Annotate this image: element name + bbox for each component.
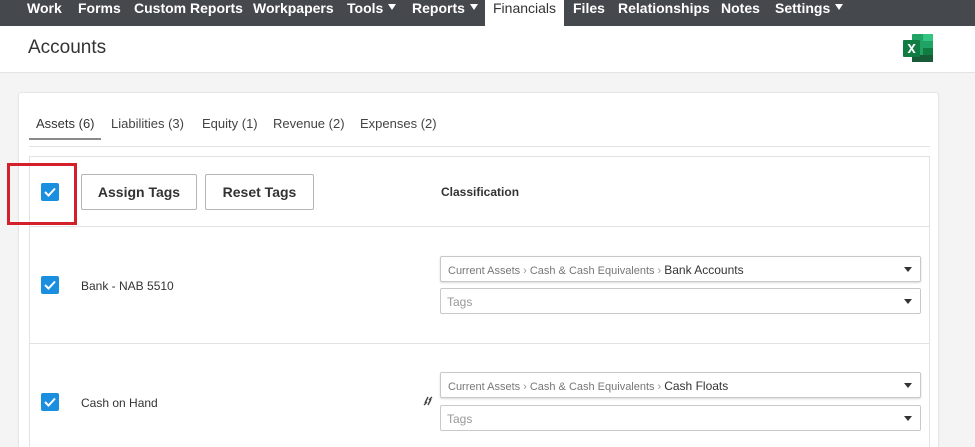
check-icon <box>44 397 56 407</box>
page-title: Accounts <box>28 37 107 58</box>
classification-select[interactable]: Current Assets › Cash & Cash Equivalents › B… <box>440 256 921 282</box>
classification-path: Current Assets › Cash & Cash Equivalents › C… <box>448 379 729 393</box>
excel-icon[interactable] <box>903 34 933 62</box>
nav-notes[interactable]: Notes <box>721 0 760 26</box>
tab-equity[interactable]: Equity (1) <box>202 116 258 131</box>
chevron-down-icon <box>904 383 912 388</box>
nav-tools[interactable]: Tools <box>347 0 397 26</box>
row-checkbox[interactable] <box>41 276 59 294</box>
chevron-down-icon <box>904 299 912 304</box>
chevron-down-icon <box>904 416 912 421</box>
highlight-box <box>7 163 77 225</box>
nav-custom-reports[interactable]: Custom Reports <box>134 0 243 26</box>
account-name: Cash on Hand <box>81 396 158 410</box>
nav-financials[interactable]: Financials <box>485 0 565 26</box>
account-name: Bank - NAB 5510 <box>81 279 174 293</box>
tab-assets[interactable]: Assets (6) <box>36 116 95 131</box>
page-header: Accounts <box>0 26 975 73</box>
unlink-icon[interactable] <box>422 394 434 408</box>
check-icon <box>44 280 56 290</box>
reset-tags-button[interactable]: Reset Tags <box>205 174 314 210</box>
nav-work[interactable]: Work <box>27 0 62 26</box>
nav-relationships[interactable]: Relationships <box>618 0 710 26</box>
tab-expenses[interactable]: Expenses (2) <box>360 116 437 131</box>
tags-placeholder: Tags <box>447 295 473 309</box>
tab-revenue[interactable]: Revenue (2) <box>273 116 345 131</box>
row-checkbox[interactable] <box>41 393 59 411</box>
chevron-down-icon <box>469 4 478 10</box>
classification-select[interactable]: Current Assets › Cash & Cash Equivalents › C… <box>440 372 921 398</box>
active-tab-indicator <box>29 138 101 140</box>
top-nav: Work Forms Custom Reports Workpapers Too… <box>0 0 975 26</box>
tab-liabilities[interactable]: Liabilities (3) <box>111 116 184 131</box>
classification-path: Current Assets › Cash & Cash Equivalents › B… <box>448 263 744 277</box>
chevron-down-icon <box>835 4 844 10</box>
nav-forms[interactable]: Forms <box>78 0 121 26</box>
classification-header: Classification <box>441 185 520 199</box>
row-divider <box>29 343 930 344</box>
nav-reports[interactable]: Reports <box>412 0 478 26</box>
chevron-down-icon <box>388 4 397 10</box>
nav-settings[interactable]: Settings <box>775 0 844 26</box>
tags-select[interactable]: Tags <box>440 405 921 431</box>
tags-select[interactable]: Tags <box>440 288 921 314</box>
nav-workpapers[interactable]: Workpapers <box>253 0 334 26</box>
tabs-divider <box>29 146 930 147</box>
tags-placeholder: Tags <box>447 412 473 426</box>
nav-files[interactable]: Files <box>573 0 605 26</box>
chevron-down-icon <box>904 267 912 272</box>
assign-tags-button[interactable]: Assign Tags <box>81 174 197 210</box>
row-divider <box>29 226 930 227</box>
